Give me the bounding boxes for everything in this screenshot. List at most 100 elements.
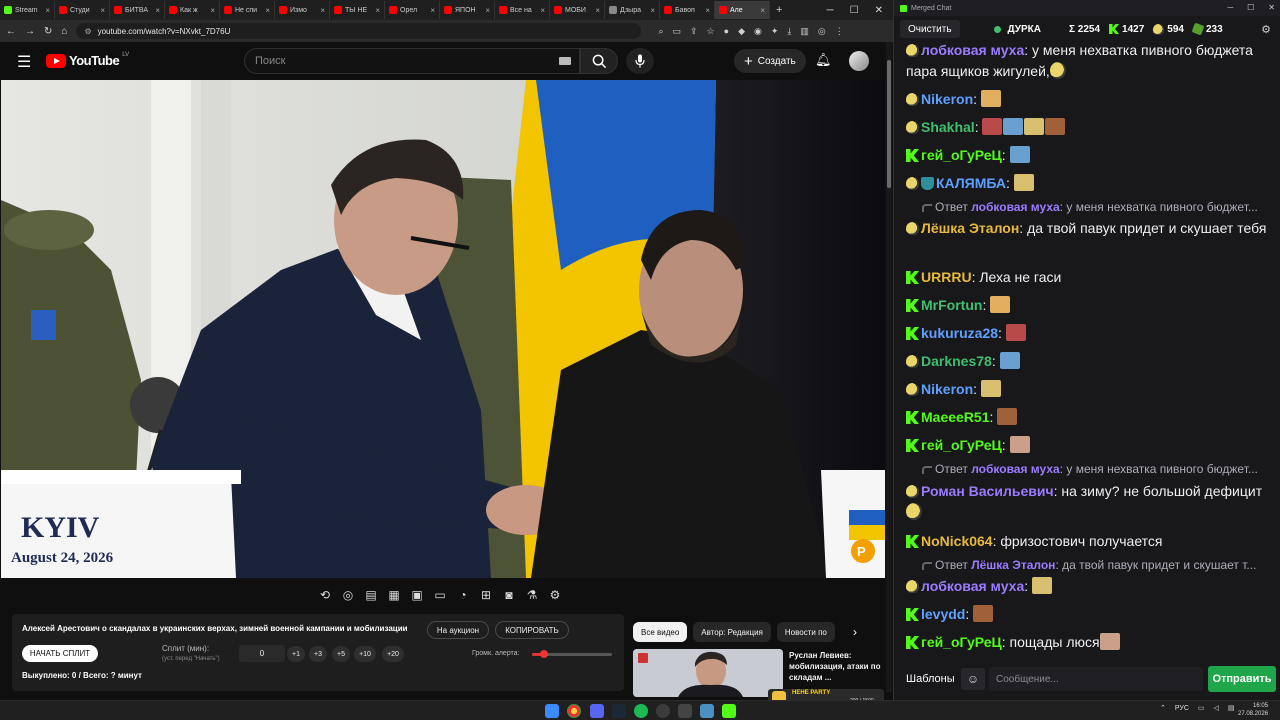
app-icon[interactable]: [678, 704, 692, 718]
download-icon[interactable]: ⤓: [787, 26, 791, 37]
tab-close-icon[interactable]: ×: [265, 6, 270, 15]
site-info-icon[interactable]: ⚙: [84, 27, 91, 36]
browser-menu-icon[interactable]: ⋮: [835, 26, 844, 37]
chat-username[interactable]: levydd: [921, 606, 965, 622]
increment-10-button[interactable]: +10: [354, 646, 376, 662]
tab-close-icon[interactable]: ×: [45, 6, 50, 15]
back-icon[interactable]: ←: [6, 26, 16, 37]
discord-icon[interactable]: [590, 704, 604, 718]
broadcast-icon[interactable]: ◎: [341, 588, 355, 602]
browser-tab[interactable]: Але ×: [715, 1, 770, 19]
network-icon[interactable]: ▭: [1198, 704, 1205, 712]
browser-tab[interactable]: Все на ×: [495, 1, 550, 19]
chat-username[interactable]: лобковая муха: [921, 578, 1024, 594]
send-button[interactable]: Отправить: [1208, 666, 1276, 692]
tab-close-icon[interactable]: ×: [430, 6, 435, 15]
chat-username[interactable]: Darknes78: [921, 353, 992, 369]
maximize-icon[interactable]: ☐: [1247, 3, 1254, 12]
close-icon[interactable]: ✕: [1268, 3, 1275, 12]
start-split-button[interactable]: НАЧАТЬ СПЛИТ: [22, 645, 98, 662]
telegram-icon[interactable]: [700, 704, 714, 718]
spotify-icon[interactable]: [634, 704, 648, 718]
flask-icon[interactable]: ⚗: [525, 588, 539, 602]
related-video-thumbnail[interactable]: [633, 649, 783, 697]
profile-icon[interactable]: ◎: [818, 26, 826, 37]
start-windows-icon[interactable]: [545, 704, 559, 718]
increment-20-button[interactable]: +20: [382, 646, 404, 662]
chat-username[interactable]: MaeeeR51: [921, 409, 990, 425]
url-field[interactable]: ⚙ youtube.com/watch?v=NXvkt_7D76U: [76, 23, 642, 39]
search-button[interactable]: [580, 48, 618, 74]
chat-username[interactable]: гей_оГуРеЦ: [921, 634, 1002, 650]
tab-close-icon[interactable]: ×: [320, 6, 325, 15]
reply-username[interactable]: лобковая муха: [971, 462, 1060, 476]
extensions-puzzle-icon[interactable]: ✦: [771, 26, 779, 37]
reply-username[interactable]: Лёшка Эталон: [971, 558, 1055, 572]
chat-username[interactable]: Shakhal: [921, 119, 975, 135]
tab-close-icon[interactable]: ×: [100, 6, 105, 15]
browser-tab[interactable]: ТЫ НЕ ×: [330, 1, 385, 19]
templates-button[interactable]: Шаблоны: [900, 667, 961, 691]
copy-button[interactable]: КОПИРОВАТЬ: [495, 621, 569, 639]
tray-chevron-icon[interactable]: ⌃: [1160, 704, 1166, 712]
video-player[interactable]: KYIV August 24, 2026 P: [1, 80, 885, 578]
hamburger-menu-icon[interactable]: ☰: [17, 52, 31, 72]
notifications-bell-icon[interactable]: 🔔︎: [815, 52, 832, 68]
split-minutes-input[interactable]: 0: [239, 645, 285, 662]
clock[interactable]: 16:05 27.08.2026: [1238, 702, 1268, 718]
browser-tab[interactable]: МОБИ ×: [550, 1, 605, 19]
chat-username[interactable]: URRRU: [921, 269, 972, 285]
chat-username[interactable]: гей_оГуРеЦ: [921, 147, 1002, 163]
related-video-title[interactable]: Руслан Левиев: мобилизация, атаки по скл…: [789, 650, 881, 683]
language-indicator[interactable]: РУС: [1175, 705, 1189, 712]
browser-tab[interactable]: ЯПОН ×: [440, 1, 495, 19]
clear-chat-button[interactable]: Очистить: [900, 20, 960, 38]
browser-tab[interactable]: Дзыра ×: [605, 1, 660, 19]
chat-username[interactable]: гей_оГуРеЦ: [921, 437, 1002, 453]
home-icon[interactable]: ⌂: [61, 26, 67, 37]
chat-username[interactable]: Nikeron: [921, 91, 973, 107]
tab-close-icon[interactable]: ×: [210, 6, 215, 15]
tab-close-icon[interactable]: ×: [595, 6, 600, 15]
alert-volume-knob[interactable]: [540, 650, 548, 658]
minimize-icon[interactable]: ─: [1227, 3, 1233, 12]
screenshot-camera-icon[interactable]: ◙: [502, 588, 516, 602]
forward-icon[interactable]: →: [25, 26, 35, 37]
sidebar-icon[interactable]: ▥: [800, 26, 809, 37]
tab-close-icon[interactable]: ×: [540, 6, 545, 15]
youtube-logo[interactable]: YouTube LV: [46, 52, 129, 68]
tab-close-icon[interactable]: ×: [375, 6, 380, 15]
chat-username[interactable]: NoNick064: [921, 533, 993, 549]
auction-button[interactable]: На аукцион: [427, 621, 489, 639]
chat-username[interactable]: kukuruza28: [921, 325, 998, 341]
alert-volume-slider[interactable]: [532, 650, 612, 658]
minimize-icon[interactable]: ─: [827, 5, 834, 16]
loop-icon[interactable]: ⟲: [318, 588, 332, 602]
obs-icon[interactable]: [656, 704, 670, 718]
chat-username[interactable]: Роман Васильевич: [921, 483, 1054, 499]
create-button[interactable]: + Создать: [734, 49, 806, 73]
extension-icon-3[interactable]: ◉: [754, 26, 762, 37]
tab-close-icon[interactable]: ×: [650, 6, 655, 15]
keyboard-icon[interactable]: [559, 57, 571, 65]
share-icon[interactable]: ⇪: [690, 26, 698, 37]
chip-author[interactable]: Автор: Редакция: [693, 622, 771, 642]
add-box-icon[interactable]: ⊞: [479, 588, 493, 602]
chat-username[interactable]: лобковая муха: [921, 42, 1024, 58]
chat-settings-icon[interactable]: ⚙: [1261, 23, 1271, 36]
scrollbar-thumb[interactable]: [887, 60, 891, 188]
speed-gauge-icon[interactable]: ◔: [456, 588, 470, 602]
browser-tab[interactable]: Как ж ×: [165, 1, 220, 19]
reload-icon[interactable]: ↻: [44, 26, 52, 37]
notification-icon[interactable]: ▤: [1228, 704, 1235, 712]
extension-icon-2[interactable]: ◆: [738, 26, 745, 37]
volume-icon[interactable]: ◁: [1214, 704, 1219, 712]
avatar[interactable]: [849, 51, 869, 71]
zoom-icon[interactable]: ⌕: [658, 26, 663, 37]
pip-icon[interactable]: ▣: [410, 588, 424, 602]
browser-tab[interactable]: Stream ×: [0, 1, 55, 19]
increment-5-button[interactable]: +5: [332, 646, 350, 662]
extension-icon[interactable]: ●: [724, 26, 729, 37]
maximize-icon[interactable]: ☐: [850, 5, 859, 16]
kick-chat-app-icon[interactable]: [722, 704, 736, 718]
